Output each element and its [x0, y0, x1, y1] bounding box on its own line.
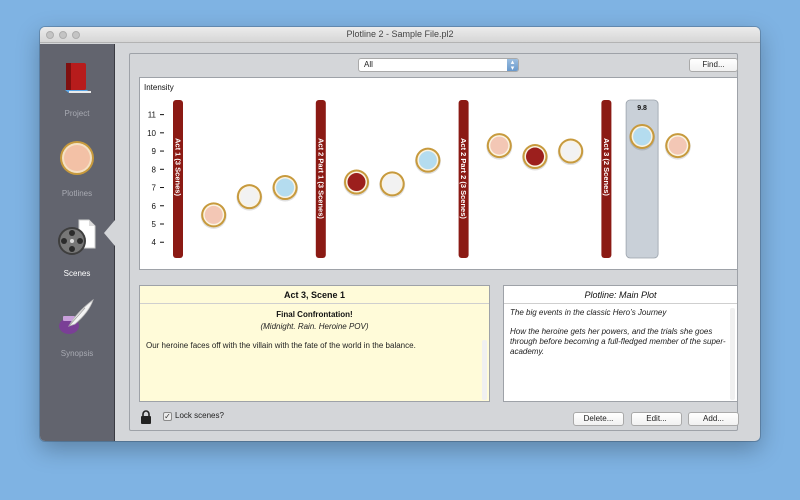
- y-tick-label: 7: [152, 184, 157, 193]
- edit-button[interactable]: Edit...: [631, 412, 682, 426]
- scene-marker: [276, 178, 295, 197]
- scene-marker: [240, 187, 259, 206]
- intensity-chart-svg: Intensity 4 5 6 7 8 9 10 11 9.8 Act 1 (3 Scenes) Ac…: [144, 83, 691, 259]
- scene-body[interactable]: Our heroine faces off with the villain w…: [146, 341, 479, 350]
- scene-header: Act 3, Scene 1: [283, 290, 346, 300]
- y-tick-label: 8: [152, 165, 157, 174]
- plotline-circle-icon: [60, 141, 94, 175]
- scene-marker: [204, 205, 223, 224]
- act-label: Act 1 (3 Scenes): [174, 138, 183, 196]
- app-window: Plotline 2 - Sample File.pl2 Project Plo…: [40, 27, 760, 441]
- main-panel: All ▴ ▾ Find... Intensity 4 5 6 7 8 9 10 11 9.8 Act…: [129, 53, 739, 431]
- plotline-scrollbar[interactable]: [730, 308, 735, 400]
- act-label: Act 2 Part 1 (3 Scenes): [316, 138, 325, 219]
- plotline-body[interactable]: The big events in the classic Hero’s Jou…: [510, 308, 727, 366]
- y-tick-label: 10: [147, 129, 156, 138]
- lock-scenes-checkbox[interactable]: ✓: [163, 412, 172, 421]
- scene-marker: [633, 127, 652, 146]
- scene-marker: [526, 147, 544, 166]
- scene-marker: [490, 136, 509, 155]
- filter-value: All: [364, 60, 373, 69]
- scene-marker: [668, 136, 687, 155]
- scene-marker: [347, 173, 366, 192]
- panel-divider: [140, 303, 489, 304]
- sidebar-item-plotlines[interactable]: Plotlines: [40, 130, 114, 204]
- y-tick-label: 5: [152, 220, 157, 229]
- quill-icon: [59, 298, 94, 334]
- film-reel-icon: [58, 219, 96, 255]
- plotline-paragraph: How the heroine gets her powers, and the…: [510, 327, 726, 356]
- scene-marker: [561, 142, 580, 161]
- delete-button[interactable]: Delete...: [573, 412, 624, 426]
- add-button[interactable]: Add...: [688, 412, 739, 426]
- y-tick-label: 11: [148, 111, 157, 120]
- selection-arrow: [104, 220, 115, 246]
- y-tick-label: 4: [152, 238, 157, 247]
- sidebar-item-scenes[interactable]: Scenes: [40, 210, 114, 284]
- act-label: Act 3 (2 Scenes): [602, 138, 611, 196]
- intensity-chart: Intensity 4 5 6 7 8 9 10 11 9.8 Act 1 (3 Scenes) Ac…: [139, 77, 738, 270]
- select-caret-icon: ▴ ▾: [507, 59, 518, 72]
- y-tick-label: 9: [152, 147, 157, 156]
- selected-scene-value: 9.8: [637, 105, 647, 112]
- sidebar-item-label: Synopsis: [60, 349, 94, 358]
- sidebar-item-label: Scenes: [63, 269, 91, 278]
- act-label: Act 2 Part 2 (3 Scenes): [459, 138, 468, 219]
- scene-detail-panel[interactable]: Act 3, Scene 1 Final Confrontation! (Mid…: [139, 285, 490, 402]
- plotline-detail-panel[interactable]: Plotline: Main Plot The big events in th…: [503, 285, 738, 402]
- scene-marker: [418, 151, 437, 170]
- book-icon: [65, 63, 91, 93]
- scene-scrollbar[interactable]: [482, 340, 487, 400]
- selected-scene-highlight: [625, 99, 659, 259]
- sidebar-item-project[interactable]: Project: [40, 50, 114, 124]
- sidebar-item-label: Plotlines: [61, 189, 93, 198]
- sidebar: Project Plotlines Scenes Synopsis: [40, 44, 114, 441]
- window-title: Plotline 2 - Sample File.pl2: [346, 29, 454, 39]
- lock-icon: [141, 410, 151, 424]
- find-button[interactable]: Find...: [689, 58, 738, 72]
- y-axis-label: Intensity: [144, 83, 174, 92]
- sidebar-item-label: Project: [64, 109, 90, 118]
- panel-divider: [504, 303, 737, 304]
- sidebar-item-synopsis[interactable]: Synopsis: [40, 290, 114, 364]
- lock-scenes-label: Lock scenes?: [175, 411, 224, 420]
- scene-subtitle: (Midnight. Rain. Heroine POV): [260, 322, 369, 331]
- plotline-header: Plotline: Main Plot: [584, 290, 657, 300]
- scene-title: Final Confrontation!: [276, 310, 353, 319]
- plotline-filter-select[interactable]: All ▴ ▾: [358, 58, 519, 72]
- scene-marker: [383, 174, 402, 193]
- plotline-paragraph: The big events in the classic Hero’s Jou…: [510, 308, 667, 317]
- title-bar: Plotline 2 - Sample File.pl2: [40, 27, 760, 43]
- y-tick-label: 6: [152, 202, 157, 211]
